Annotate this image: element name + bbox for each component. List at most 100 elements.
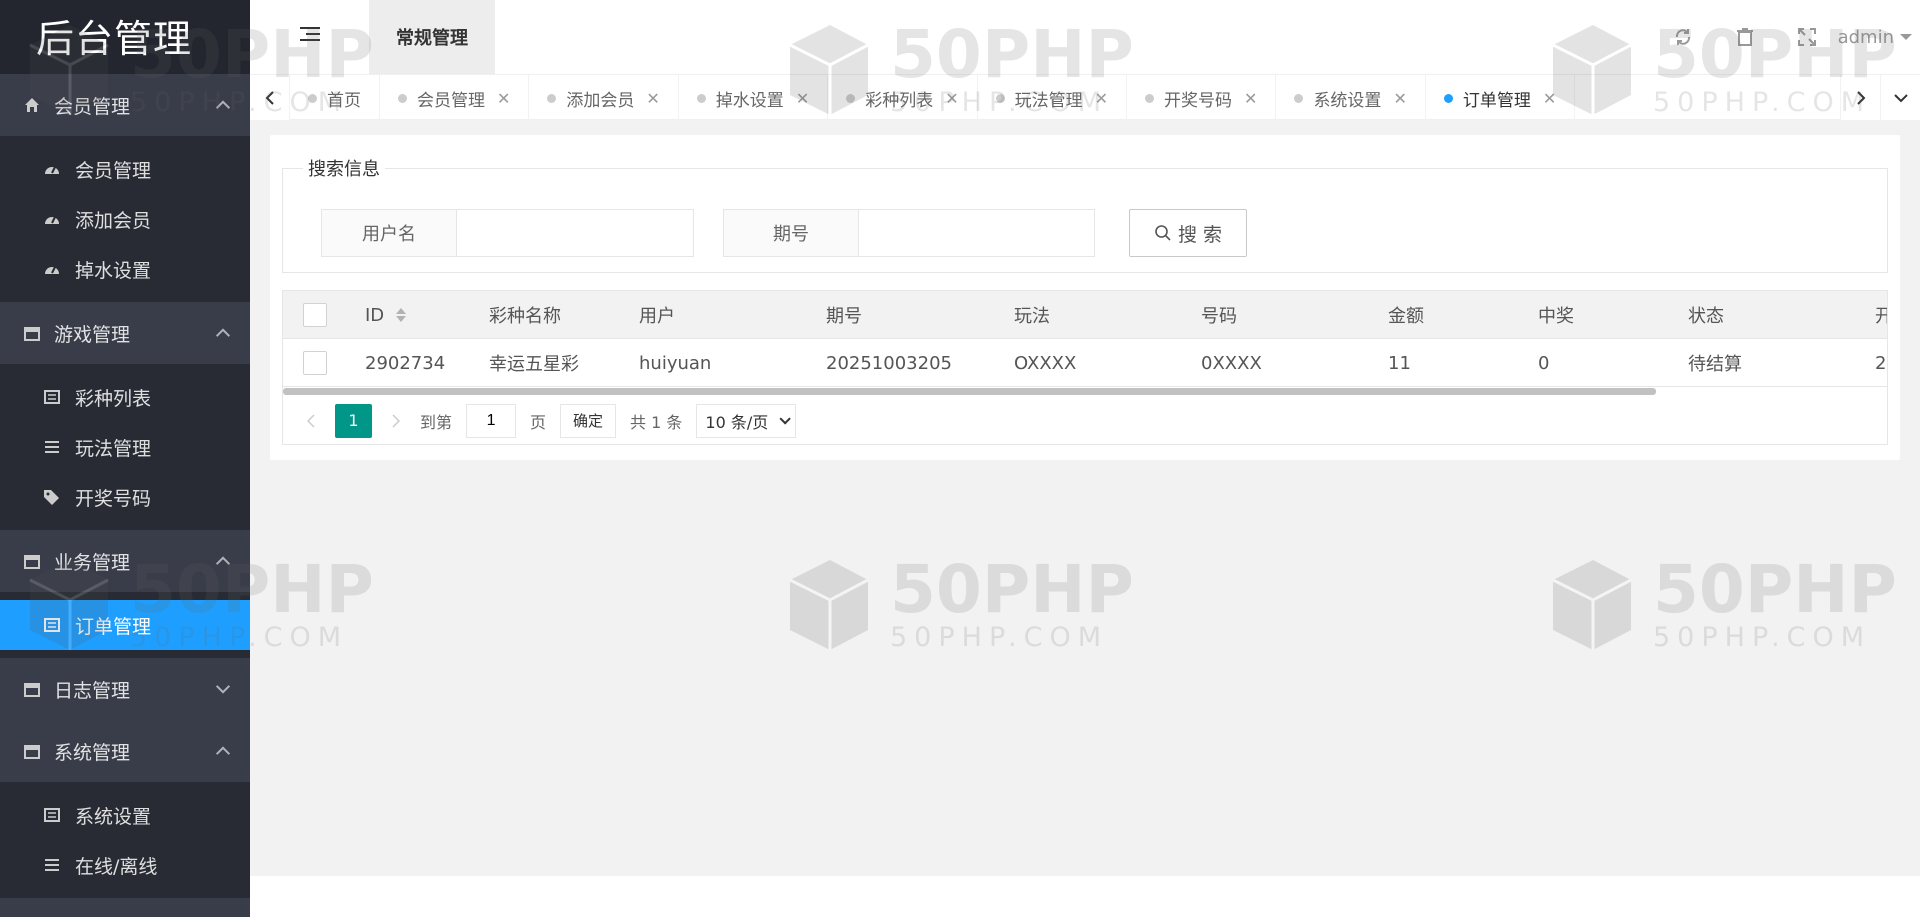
user-name: admin (1837, 26, 1894, 48)
page-number-current[interactable]: 1 (335, 403, 372, 438)
row-checkbox[interactable] (303, 339, 327, 387)
sidebar-item-play-manage[interactable]: 玩法管理 (0, 422, 250, 472)
close-icon[interactable]: ✕ (497, 89, 510, 108)
list-icon (43, 807, 61, 823)
sidebar-item-order-manage[interactable]: 订单管理 (0, 600, 250, 650)
tab-dot (1145, 93, 1155, 103)
tab-dot (398, 93, 407, 103)
tab-play-manage[interactable]: 玩法管理 ✕ (978, 75, 1128, 121)
refresh-icon[interactable] (1672, 26, 1694, 48)
close-icon[interactable]: ✕ (945, 89, 958, 108)
sidebar-submenu: 订单管理 (0, 592, 250, 658)
sidebar-item-label: 会员管理 (75, 159, 152, 182)
close-icon[interactable]: ✕ (1393, 89, 1406, 108)
trash-icon[interactable] (1734, 26, 1756, 48)
sidebar-group-label: 游戏管理 (54, 323, 131, 346)
sidebar-group-log[interactable]: 日志管理 (0, 658, 250, 720)
sidebar-item-lottery-list[interactable]: 彩种列表 (0, 372, 250, 422)
tabs-scroll-left-button[interactable] (250, 75, 290, 121)
search-icon (1154, 224, 1172, 242)
cell-amount: 11 (1388, 352, 1411, 374)
close-icon[interactable]: ✕ (1095, 89, 1108, 108)
cell-id: 2902734 (365, 352, 446, 374)
sidebar-item-label: 玩法管理 (75, 437, 152, 460)
dashboard-icon (43, 211, 61, 227)
menu-toggle-icon[interactable] (300, 27, 320, 45)
sidebar-item-label: 掉水设置 (75, 259, 152, 282)
cell-play: OXXXX (1014, 352, 1077, 374)
goto-confirm-button[interactable]: 确定 (560, 403, 617, 438)
cell-user: huiyuan (639, 352, 712, 374)
username-input[interactable] (457, 209, 694, 257)
bars-icon (43, 439, 61, 455)
sidebar-group-system[interactable]: 系统管理 (0, 720, 250, 782)
close-icon[interactable]: ✕ (1244, 89, 1257, 108)
tab-add-member[interactable]: 添加会员 ✕ (529, 75, 679, 121)
sidebar-item-member-manage[interactable]: 会员管理 (0, 144, 250, 194)
home-icon (24, 97, 40, 113)
next-page-button[interactable] (386, 403, 406, 439)
sidebar-group-business[interactable]: 业务管理 (0, 530, 250, 592)
tab-water-setting[interactable]: 掉水设置 ✕ (679, 75, 829, 121)
sidebar-item-label: 彩种列表 (75, 387, 152, 410)
tab-label: 彩种列表 (865, 90, 934, 111)
list-icon (43, 617, 61, 633)
sidebar-item-system-setting[interactable]: 系统设置 (0, 790, 250, 840)
tab-label: 会员管理 (417, 90, 485, 111)
cell-number: 0XXXX (1201, 352, 1262, 374)
tabs-scroll-right-button[interactable] (1840, 75, 1880, 121)
sidebar-group-label: 会员管理 (54, 95, 131, 118)
sidebar-submenu: 会员管理 添加会员 掉水设置 (0, 136, 250, 302)
close-icon[interactable]: ✕ (1543, 89, 1556, 108)
sort-icon[interactable] (396, 308, 407, 322)
sidebar-submenu: 系统设置 在线/离线 (0, 782, 250, 898)
sidebar: 后台管理 会员管理 会员管理 添加会员 掉水设置 游戏管理 彩种列表 玩法管理 … (0, 0, 250, 917)
tab-lottery-list[interactable]: 彩种列表 ✕ (828, 75, 978, 121)
table-row[interactable]: 2902734 幸运五星彩 huiyuan 20251003205 OXXXX … (283, 339, 1887, 387)
tab-order-manage[interactable]: 订单管理 ✕ (1426, 75, 1576, 121)
sidebar-group-member[interactable]: 会员管理 (0, 74, 250, 136)
horizontal-scrollbar[interactable] (283, 388, 1656, 395)
calendar-icon (24, 743, 40, 759)
column-id[interactable]: ID (365, 291, 407, 339)
tab-label: 系统设置 (1313, 90, 1382, 111)
tab-member-manage[interactable]: 会员管理 ✕ (380, 75, 530, 121)
sidebar-group-label: 系统管理 (54, 741, 131, 764)
sidebar-item-online-offline[interactable]: 在线/离线 (0, 840, 250, 890)
close-icon[interactable]: ✕ (646, 89, 659, 108)
page-unit-label: 页 (530, 412, 547, 432)
column-label: ID (365, 304, 385, 326)
tab-dot (696, 93, 706, 103)
tabs-more-button[interactable] (1880, 75, 1920, 121)
sidebar-item-draw-numbers[interactable]: 开奖号码 (0, 472, 250, 522)
search-panel: 搜索信息 用户名 期号 搜 索 (282, 155, 1888, 273)
goto-page-input[interactable] (466, 403, 517, 438)
top-nav-general[interactable]: 常规管理 (369, 0, 495, 74)
column-period: 期号 (826, 306, 862, 327)
tab-draw-numbers[interactable]: 开奖号码 ✕ (1127, 75, 1277, 121)
main-content: 搜索信息 用户名 期号 搜 索 ID 彩种名称 用户 期号 玩法 号码 金额 中… (250, 120, 1920, 876)
total-count: 共 1 条 (630, 412, 683, 432)
page-size-value: 10 条/页 (705, 412, 769, 432)
column-open: 开 (1875, 291, 1887, 339)
calendar-icon (24, 325, 40, 341)
user-menu[interactable]: admin (1838, 27, 1912, 48)
order-card: 搜索信息 用户名 期号 搜 索 ID 彩种名称 用户 期号 玩法 号码 金额 中… (270, 135, 1900, 460)
tab-home[interactable]: 首页 (290, 75, 380, 121)
period-field: 期号 (723, 209, 1095, 257)
close-icon[interactable]: ✕ (796, 89, 809, 108)
list-icon (43, 389, 61, 405)
header-actions: admin (1652, 0, 1920, 74)
page-size-select[interactable]: 10 条/页 (696, 403, 797, 438)
prev-page-button[interactable] (301, 403, 321, 439)
bars-icon (43, 857, 61, 873)
sidebar-item-add-member[interactable]: 添加会员 (0, 194, 250, 244)
select-all-checkbox[interactable] (303, 291, 327, 339)
tab-system-setting[interactable]: 系统设置 ✕ (1276, 75, 1426, 121)
sidebar-item-water-setting[interactable]: 掉水设置 (0, 244, 250, 294)
sidebar-group-game[interactable]: 游戏管理 (0, 302, 250, 364)
fullscreen-icon[interactable] (1796, 26, 1818, 48)
dashboard-icon (43, 261, 61, 277)
search-button[interactable]: 搜 索 (1129, 209, 1247, 257)
period-input[interactable] (859, 209, 1095, 257)
